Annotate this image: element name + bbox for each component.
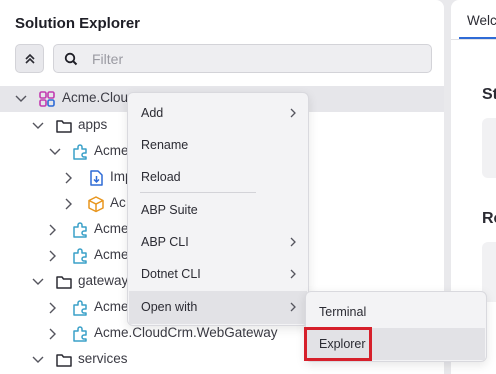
chevron-right-icon[interactable] xyxy=(49,302,57,314)
search-icon xyxy=(64,52,78,66)
collapse-all-icon xyxy=(25,53,35,64)
menu-item-label: Add xyxy=(141,106,164,120)
chevron-right-icon[interactable] xyxy=(49,224,57,236)
section-card xyxy=(482,118,496,178)
tree-item-label: Acme.Clou xyxy=(62,90,129,105)
tab-welcome[interactable]: Welc xyxy=(467,13,496,28)
folder-icon xyxy=(56,276,72,289)
menu-item-dotnet-cli[interactable]: Dotnet CLI xyxy=(129,259,307,289)
tree-item-label: Acme.CloudCrm.WebGateway xyxy=(94,325,278,340)
import-icon xyxy=(90,170,103,186)
menu-item-add[interactable]: Add xyxy=(129,98,307,128)
solution-icon xyxy=(39,91,55,107)
tab-divider xyxy=(451,39,496,40)
chevron-right-icon[interactable] xyxy=(65,172,73,184)
tree-item-label: Acme xyxy=(94,221,129,236)
chevron-right-icon xyxy=(290,237,296,247)
open-with-submenu: Terminal Explorer xyxy=(305,291,487,362)
module-icon xyxy=(73,300,87,316)
collapse-all-button[interactable] xyxy=(15,44,44,73)
tree-item-label: Ac xyxy=(110,195,126,210)
menu-item-abp-suite[interactable]: ABP Suite xyxy=(129,195,307,225)
chevron-right-icon xyxy=(290,302,296,312)
tree-item-label: services xyxy=(78,351,128,366)
submenu-item-label: Explorer xyxy=(319,337,366,351)
package-icon xyxy=(88,196,104,213)
module-icon xyxy=(73,248,87,264)
chevron-right-icon[interactable] xyxy=(65,198,73,210)
menu-item-abp-cli[interactable]: ABP CLI xyxy=(129,227,307,257)
module-icon xyxy=(73,222,87,238)
submenu-item-explorer[interactable]: Explorer xyxy=(307,328,485,360)
chevron-down-icon[interactable] xyxy=(32,356,44,364)
menu-item-label: Rename xyxy=(141,138,189,152)
module-icon xyxy=(73,144,87,160)
chevron-right-icon[interactable] xyxy=(49,328,57,340)
filter-field[interactable] xyxy=(53,44,432,73)
tree-item-label: Acme xyxy=(94,143,129,158)
tree-item-label: gateway xyxy=(78,273,129,288)
chevron-down-icon[interactable] xyxy=(49,148,61,156)
menu-item-label: Dotnet CLI xyxy=(141,267,201,281)
submenu-item-label: Terminal xyxy=(319,305,367,319)
tree-item-label: Acme xyxy=(94,299,129,314)
section-heading: Re xyxy=(482,210,496,227)
menu-item-label: Reload xyxy=(141,170,181,184)
tree-item-label: Acme xyxy=(94,247,129,262)
submenu-item-terminal[interactable]: Terminal xyxy=(307,296,485,328)
menu-item-reload[interactable]: Reload xyxy=(129,162,307,192)
folder-icon xyxy=(56,354,72,367)
chevron-down-icon[interactable] xyxy=(32,122,44,130)
chevron-right-icon xyxy=(290,108,296,118)
menu-item-rename[interactable]: Rename xyxy=(129,130,307,160)
menu-item-label: ABP CLI xyxy=(141,235,189,249)
menu-item-label: Open with xyxy=(141,300,198,314)
module-icon xyxy=(73,326,87,342)
section-heading: St xyxy=(482,86,496,103)
folder-icon xyxy=(56,120,72,133)
menu-item-label: ABP Suite xyxy=(141,203,198,217)
chevron-down-icon[interactable] xyxy=(32,278,44,286)
context-menu: Add Rename Reload ABP Suite ABP CLI Dotn… xyxy=(127,92,309,326)
filter-input[interactable] xyxy=(92,45,422,72)
chevron-right-icon[interactable] xyxy=(49,250,57,262)
panel-title: Solution Explorer xyxy=(15,15,141,32)
menu-item-open-with[interactable]: Open with xyxy=(129,291,307,324)
tree-item-label: apps xyxy=(78,117,108,132)
chevron-down-icon[interactable] xyxy=(15,95,27,103)
menu-separator xyxy=(140,192,256,193)
chevron-right-icon xyxy=(290,269,296,279)
